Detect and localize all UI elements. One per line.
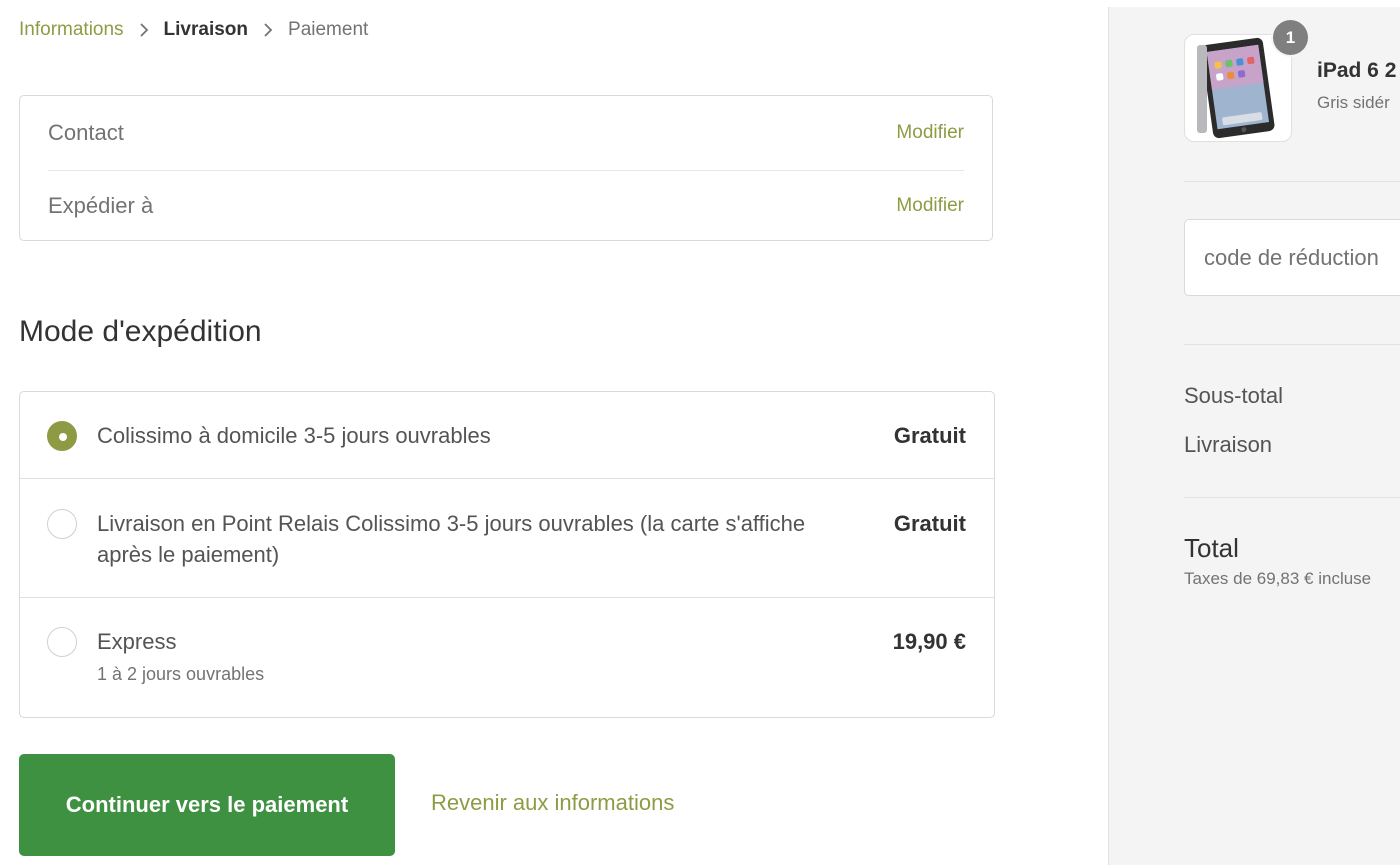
ipad-image: [1197, 37, 1275, 139]
chevron-right-icon: [138, 22, 150, 38]
shipping-option-point-relais[interactable]: Livraison en Point Relais Colissimo 3-5 …: [20, 479, 994, 598]
product-variant: Gris sidér: [1317, 93, 1390, 112]
shipping-option-colissimo-domicile[interactable]: Colissimo à domicile 3-5 jours ouvrables…: [20, 392, 994, 479]
shipping-option-text: Express 1 à 2 jours ouvrables: [97, 626, 857, 691]
shipping-methods: Colissimo à domicile 3-5 jours ouvrables…: [19, 391, 995, 718]
radio-button[interactable]: [47, 509, 77, 539]
shipping-cost-label: Livraison: [1184, 432, 1273, 457]
shipping-option-price: Gratuit: [893, 423, 966, 448]
divider: [1184, 181, 1400, 182]
breadcrumb: Informations Livraison Paiement: [19, 19, 368, 41]
order-summary: 1 iPad 6 2 Gris sidér Sous-total Livrais…: [1108, 7, 1400, 865]
modify-contact-link[interactable]: Modifier: [896, 122, 964, 144]
divider: [1184, 497, 1400, 498]
return-to-information-link[interactable]: Revenir aux informations: [431, 790, 674, 816]
breadcrumb-informations[interactable]: Informations: [19, 19, 124, 41]
chevron-right-icon: [262, 22, 274, 38]
review-ship-to-row: Expédier à Modifier: [48, 170, 964, 242]
shipping-option-express[interactable]: Express 1 à 2 jours ouvrables 19,90 €: [20, 598, 994, 718]
product-name: iPad 6 2: [1317, 59, 1397, 82]
radio-button[interactable]: [47, 627, 77, 657]
review-contact-row: Contact Modifier: [48, 96, 964, 171]
tax-note: Taxes de 69,83 € incluse: [1184, 569, 1372, 588]
product-thumbnail: [1184, 34, 1292, 142]
quantity-badge: 1: [1273, 20, 1308, 55]
shipping-option-label: Colissimo à domicile 3-5 jours ouvrables: [97, 423, 491, 448]
shipping-option-price: 19,90 €: [892, 629, 966, 654]
total-label: Total: [1184, 533, 1239, 563]
subtotal-label: Sous-total: [1184, 383, 1284, 408]
ship-to-label: Expédier à: [48, 193, 154, 218]
shipping-option-sublabel: 1 à 2 jours ouvrables: [97, 664, 265, 684]
breadcrumb-livraison: Livraison: [163, 19, 249, 40]
modify-ship-to-link[interactable]: Modifier: [896, 195, 964, 217]
shipping-option-label: Express: [97, 629, 177, 654]
shipping-method-title: Mode d'expédition: [19, 315, 262, 348]
shipping-option-price: Gratuit: [893, 511, 966, 536]
review-block: Contact Modifier Expédier à Modifier: [19, 95, 993, 241]
breadcrumb-paiement: Paiement: [288, 19, 369, 40]
discount-code-input[interactable]: [1184, 219, 1400, 296]
divider: [1184, 344, 1400, 345]
continue-to-payment-button[interactable]: Continuer vers le paiement: [19, 754, 395, 856]
shipping-option-label: Livraison en Point Relais Colissimo 3-5 …: [97, 511, 806, 567]
radio-button-selected[interactable]: [47, 421, 77, 451]
contact-label: Contact: [48, 120, 124, 145]
